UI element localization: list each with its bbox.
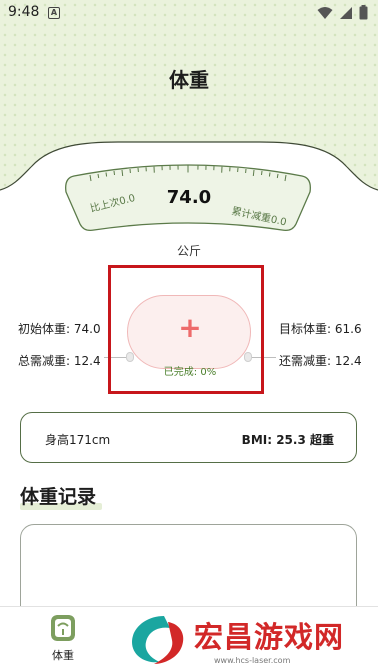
status-icons [317,5,368,20]
scale-icon [51,615,75,641]
battery-icon [359,5,368,20]
current-weight: 74.0 [166,187,212,208]
dragon-logo-icon [132,616,184,664]
weight-unit-label: 公斤 [176,244,201,258]
page-title: 体重 [169,68,209,92]
highlight-frame [108,265,264,394]
status-bar: 9:48 A [0,0,378,26]
bmi-label: BMI: 25.3 超重 [241,433,334,447]
target-weight-label: 目标体重: 61.6 [279,322,362,336]
initial-weight-label: 初始体重: 74.0 [18,322,101,336]
nav-label-weight: 体重 [52,649,74,662]
status-time: 9:48 [8,4,40,20]
records-title: 体重记录 [20,486,97,508]
signal-icon [340,6,352,19]
notification-a-icon: A [48,7,60,19]
watermark-title: 宏昌游戏网 [194,620,345,654]
remaining-to-lose-label: 还需减重: 12.4 [279,354,362,368]
body-info-card[interactable]: 身高171cm BMI: 25.3 超重 [20,412,357,463]
nav-item-weight[interactable]: 体重 [46,615,80,662]
total-to-lose-label: 总需减重: 12.4 [18,354,101,368]
watermark-url: www.hcs-laser.com [214,656,291,665]
height-label: 身高171cm [45,433,111,447]
wifi-icon [317,6,333,19]
watermark: 宏昌游戏网 www.hcs-laser.com [120,610,378,672]
